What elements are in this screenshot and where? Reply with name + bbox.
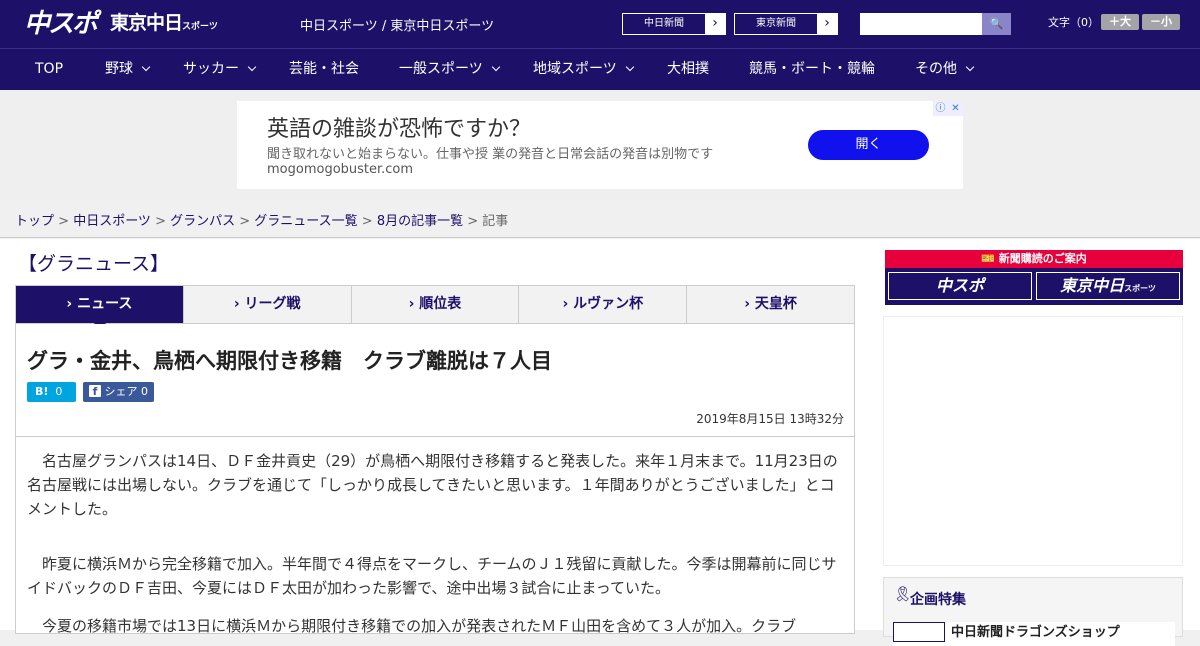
nav-item-soccer[interactable]: サッカー (183, 49, 257, 91)
chevron-right-icon: › (705, 14, 725, 34)
facebook-count: 0 (141, 385, 148, 398)
ad-open-button[interactable]: 開く (808, 130, 929, 160)
subscribe-tokyo-label: 東京中日 (1060, 276, 1125, 295)
tokyo-shimbun-link[interactable]: 東京新聞 › (734, 13, 838, 35)
tokyo-chunichi-logo-text: 東京中日 (110, 12, 183, 34)
news-tabs: › ニュース › リーグ戦 › 順位表 › ルヴァン杯 › 天皇杯 (15, 285, 855, 330)
breadcrumb-separator: > (54, 214, 74, 229)
breadcrumb-separator: > (463, 214, 483, 229)
nav-item-label: 一般スポーツ (399, 61, 483, 77)
site-title: 中日スポーツ / 東京中日スポーツ (300, 19, 495, 34)
feature-title: 企画特集 (910, 592, 966, 608)
nav-item-label: サッカー (183, 61, 239, 77)
breadcrumb: トップ > 中日スポーツ > グランパス > グラニュース一覧 > 8月の記事一… (0, 200, 1200, 238)
ad-url[interactable]: mogomogobuster.com (267, 162, 413, 177)
tab-emperors-cup[interactable]: › 天皇杯 (687, 286, 854, 323)
nav-item-regional-sports[interactable]: 地域スポーツ (533, 49, 634, 91)
main-nav: TOP 野球 サッカー 芸能・社会 一般スポーツ 地域スポーツ 大相撲 競馬・ボ… (0, 48, 1200, 90)
subscription-banner: 🎫 新聞購読のご案内 中スポ 東京中日スポーツ (885, 250, 1183, 305)
feature-item-label: 中日新聞ドラゴンズショップ (951, 625, 1120, 640)
top-header: 中スポ 東京中日スポーツ 中日スポーツ / 東京中日スポーツ 中日新聞 › 東京新… (0, 0, 1200, 48)
chevron-down-icon (247, 62, 257, 72)
nav-item-label: 芸能・社会 (289, 61, 359, 77)
article-paragraph: 名古屋グランパスは14日、ＤＦ金井貢史（29）が鳥栖へ期限付き移籍すると発表した… (27, 452, 838, 518)
nav-item-label: その他 (915, 61, 957, 77)
tokyo-chunichi-logo-small: スポーツ (182, 22, 218, 32)
breadcrumb-gra-news-list[interactable]: グラニュース一覧 (254, 214, 357, 229)
nav-item-label: 野球 (105, 61, 133, 77)
feature-thumbnail (893, 622, 945, 642)
chevron-down-icon (491, 62, 500, 72)
info-icon[interactable]: ⓘ (933, 101, 948, 116)
subscription-label: 🎫 新聞購読のご案内 (885, 250, 1183, 268)
nav-item-racing[interactable]: 競馬・ボート・競輪 (749, 49, 875, 91)
facebook-share-label: シェア (104, 385, 138, 398)
breadcrumb-separator: > (357, 214, 377, 229)
breadcrumb-separator: > (150, 214, 171, 229)
sidebar-ad-slot[interactable] (883, 316, 1183, 566)
text-ad[interactable]: 英語の雑談が恐怖ですか？ 聞き取れないと始まらない。仕事や授 業の発音と日常会話… (237, 101, 963, 189)
breadcrumb-separator: > (235, 214, 255, 229)
search-input[interactable] (860, 13, 982, 35)
nav-item-sumo[interactable]: 大相撲 (667, 49, 709, 91)
chevron-down-icon (625, 62, 634, 72)
subscription-label-text: 新聞購読のご案内 (998, 252, 1087, 265)
search-box: 🔍 (860, 13, 1011, 35)
chevron-right-icon: › (817, 14, 837, 34)
chunichi-shimbun-link[interactable]: 中日新聞 › (622, 13, 726, 35)
chunichi-shimbun-label: 中日新聞 (623, 14, 705, 34)
divider (16, 436, 854, 437)
tab-levain-cup[interactable]: › ルヴァン杯 (519, 286, 688, 323)
hatena-bookmark-button[interactable]: B! 0 (27, 382, 76, 402)
chevron-down-icon (141, 62, 151, 72)
subscribe-tokyo-small: スポーツ (1124, 284, 1156, 293)
subscribe-chuspo-button[interactable]: 中スポ (888, 272, 1032, 300)
tokyo-chunichi-logo[interactable]: 東京中日スポーツ (110, 8, 218, 42)
facebook-share-button[interactable]: f シェア 0 (83, 382, 154, 402)
article-headline: グラ・金井、鳥栖へ期限付き移籍 クラブ離脱は７人目 (27, 349, 552, 373)
breadcrumb-august-list[interactable]: 8月の記事一覧 (377, 214, 463, 229)
nav-item-label: 地域スポーツ (533, 61, 617, 77)
tab-standings[interactable]: › 順位表 (352, 286, 520, 323)
article-datetime: 2019年8月15日 13時32分 (696, 412, 844, 426)
ticket-icon: 🎫 (981, 252, 995, 265)
ad-headline[interactable]: 英語の雑談が恐怖ですか？ (267, 111, 531, 143)
hatena-count: 0 (55, 385, 63, 398)
nav-item-top[interactable]: TOP (35, 49, 63, 91)
tab-news[interactable]: › ニュース (16, 286, 184, 330)
nav-item-entertainment[interactable]: 芸能・社会 (289, 49, 359, 91)
breadcrumb-top[interactable]: トップ (15, 214, 54, 229)
breadcrumb-current: 記事 (482, 214, 509, 229)
section-title: 【グラニュース】 (18, 253, 170, 275)
feature-item[interactable]: 中日新聞ドラゴンズショップ (893, 622, 1175, 646)
facebook-icon: f (89, 385, 101, 398)
feature-box: 🎗 企画特集 中日新聞ドラゴンズショップ (883, 577, 1183, 646)
hatena-icon: B! (35, 385, 49, 398)
nav-item-label: 大相撲 (667, 61, 709, 77)
article-paragraph: 今夏の移籍市場では13日に横浜Ｍから期限付き移籍での加入が発表されたＭＦ山田を含… (27, 617, 797, 635)
tokyo-shimbun-label: 東京新聞 (735, 14, 817, 34)
chuspo-logo[interactable]: 中スポ (24, 6, 98, 42)
chevron-down-icon (965, 62, 975, 72)
main-content: 【グラニュース】 › ニュース › リーグ戦 › 順位表 › ルヴァン杯 › 天… (0, 239, 1200, 646)
close-icon[interactable]: ✕ (948, 101, 963, 116)
tab-league[interactable]: › リーグ戦 (184, 286, 352, 323)
ad-choices: ⓘ ✕ (933, 101, 963, 116)
ad-band: 英語の雑談が恐怖ですか？ 聞き取れないと始まらない。仕事や授 業の発音と日常会話… (0, 90, 1200, 200)
breadcrumb-chunichi-sports[interactable]: 中日スポーツ (73, 214, 151, 229)
font-size-label: 文字（0） (1048, 16, 1099, 29)
article-paragraph: 昨夏に横浜Ｍから完全移籍で加入。半年間で４得点をマークし、チームのＪ１残留に貢献… (27, 555, 837, 597)
search-icon[interactable]: 🔍 (982, 13, 1011, 35)
nav-item-label: 競馬・ボート・競輪 (749, 61, 875, 77)
nav-item-label: TOP (35, 61, 64, 77)
subscribe-tokyo-button[interactable]: 東京中日スポーツ (1036, 272, 1180, 300)
nav-item-other[interactable]: その他 (915, 49, 975, 91)
nav-item-general-sports[interactable]: 一般スポーツ (399, 49, 500, 91)
ad-description: 聞き取れないと始まらない。仕事や授 業の発音と日常会話の発音は別物です (267, 147, 714, 162)
article: グラ・金井、鳥栖へ期限付き移籍 クラブ離脱は７人目 B! 0 f シェア 0 2… (15, 324, 855, 635)
breadcrumb-grampus[interactable]: グランパス (170, 214, 235, 229)
nav-item-baseball[interactable]: 野球 (105, 49, 151, 91)
font-smaller-button[interactable]: －小 (1142, 14, 1180, 30)
font-larger-button[interactable]: ＋大 (1101, 14, 1139, 30)
